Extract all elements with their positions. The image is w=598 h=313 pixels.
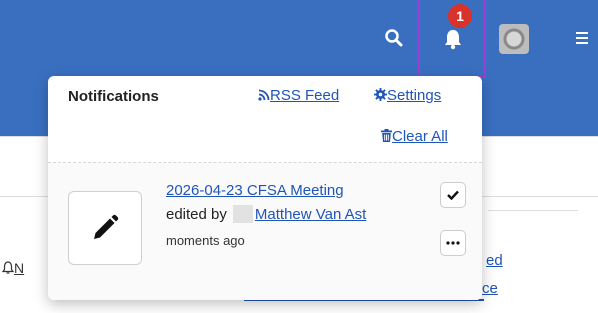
hamburger-icon[interactable] [576,32,588,47]
top-navbar: 1 [0,0,598,80]
bell-link-fragment[interactable]: N [1,260,24,276]
edited-by-label: edited by [166,205,227,223]
link-fragment[interactable]: ce [482,280,498,297]
trash-icon [381,129,392,142]
rss-feed-link[interactable]: RSS Feed [258,87,339,104]
bell-icon [443,28,463,55]
gear-icon [374,88,387,101]
ellipsis-icon [446,241,460,245]
search-icon [385,29,403,47]
notifications-dropdown: Notifications RSS Feed Settings Clear Al… [48,76,482,300]
author-link[interactable]: Matthew Van Ast [255,206,366,223]
bell-outline-icon [1,261,15,274]
dropdown-header: Notifications RSS Feed Settings Clear Al… [48,76,482,162]
more-options-button[interactable] [440,230,466,256]
clear-all-link[interactable]: Clear All [381,128,448,145]
dropdown-title: Notifications [68,88,159,105]
divider [488,210,578,211]
notification-timestamp: moments ago [166,233,245,248]
settings-link[interactable]: Settings [374,87,441,104]
notification-item: 2026-04-23 CFSA Meeting edited by Matthe… [48,163,482,300]
mark-read-button[interactable] [440,182,466,208]
checkmark-icon [447,190,459,200]
notification-title-link[interactable]: 2026-04-23 CFSA Meeting [166,182,344,199]
avatar[interactable] [499,24,529,54]
pencil-icon [68,191,142,265]
link-fragment[interactable]: ed [486,252,503,269]
notification-count-badge: 1 [448,4,472,28]
avatar [232,205,253,223]
notification-author-line: edited by Matthew Van Ast [166,205,366,223]
rss-icon [258,89,270,101]
notifications-button[interactable]: 1 [418,0,486,78]
search-button[interactable] [384,28,406,50]
